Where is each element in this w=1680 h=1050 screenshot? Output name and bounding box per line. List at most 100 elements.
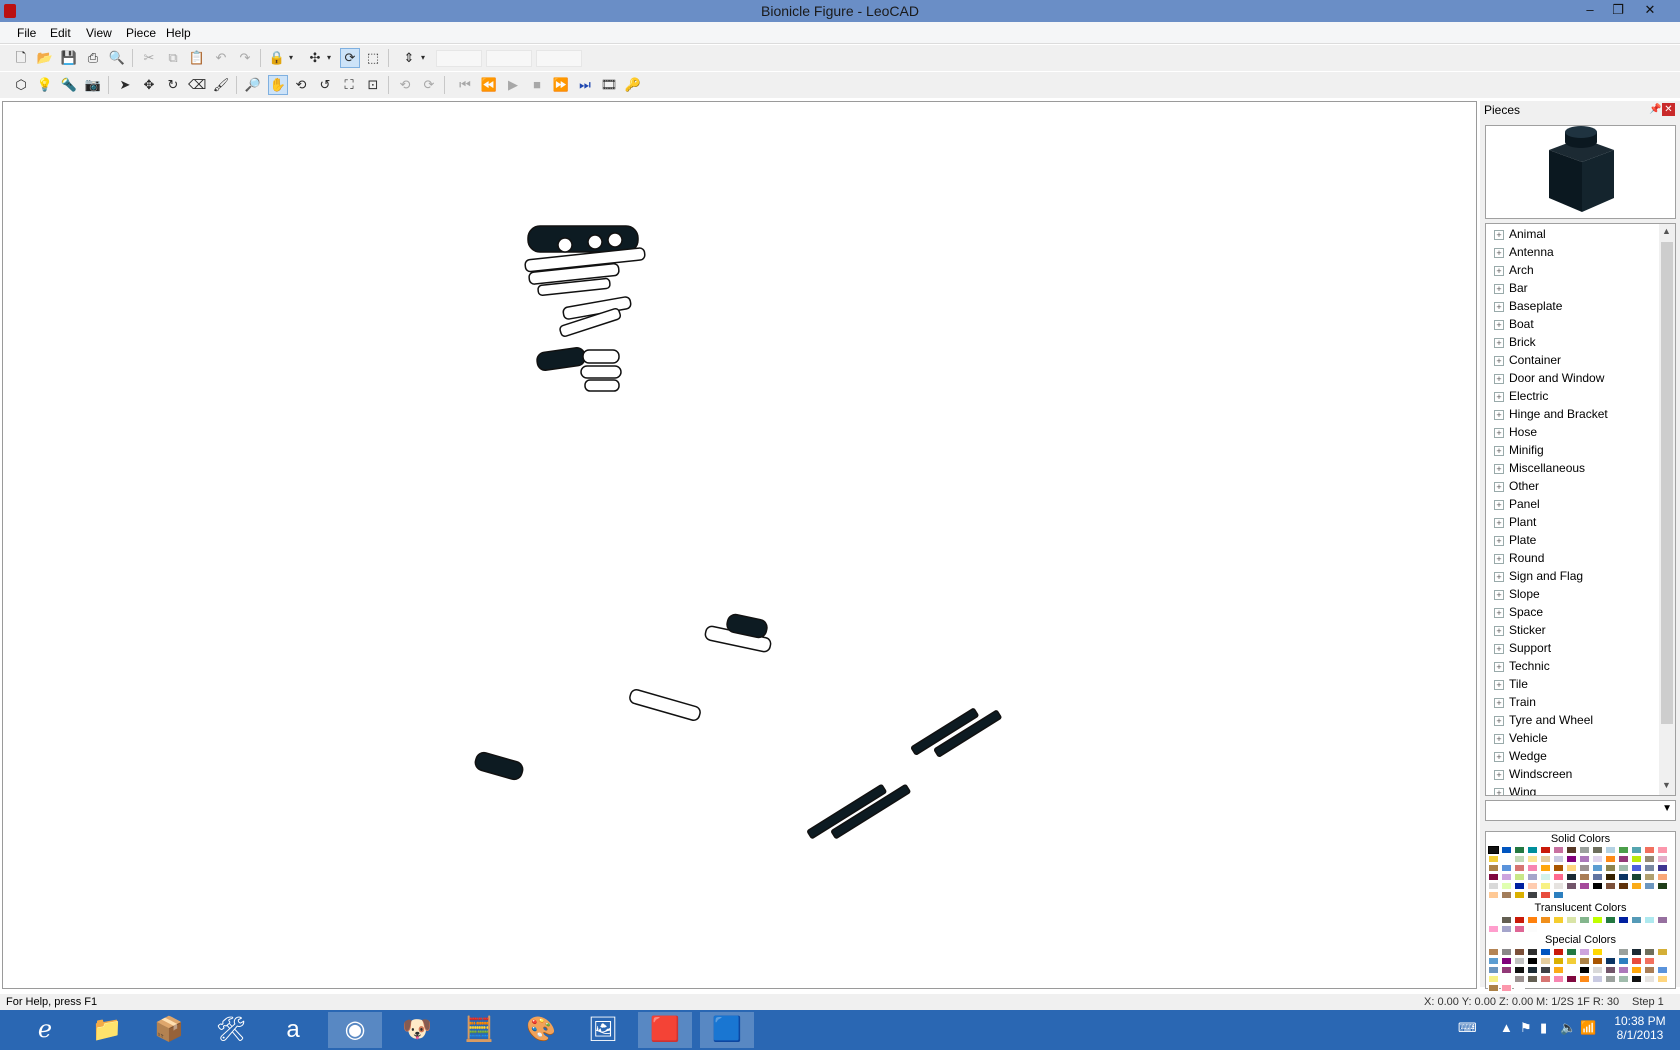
spotlight-icon[interactable]: 🔦 (60, 76, 78, 94)
keyboard-icon[interactable]: ⌨ (1458, 1020, 1477, 1036)
solid-color-swatch[interactable] (1540, 864, 1551, 872)
solid-color-swatch[interactable] (1488, 846, 1499, 854)
solid-color-swatch[interactable] (1540, 882, 1551, 890)
solid-color-swatch[interactable] (1566, 855, 1577, 863)
tree-category-item[interactable]: + Electric (1486, 388, 1656, 406)
expand-plus-icon[interactable]: + (1494, 716, 1504, 726)
solid-color-swatch[interactable] (1631, 855, 1642, 863)
solid-color-swatch[interactable] (1566, 846, 1577, 854)
file-explorer-icon[interactable]: 📁 (80, 1012, 134, 1048)
special-color-swatch[interactable] (1501, 975, 1512, 983)
leocad-taskbar-icon[interactable]: 🟥 (638, 1012, 692, 1048)
app-box-icon[interactable]: 📦 (142, 1012, 196, 1048)
special-color-swatch[interactable] (1514, 957, 1525, 965)
next-step-icon[interactable]: ⏩ (552, 76, 570, 94)
solid-color-swatch[interactable] (1631, 846, 1642, 854)
redo-camera-icon[interactable]: ⟳ (420, 76, 438, 94)
menu-piece[interactable]: Piece (126, 26, 156, 40)
solid-color-swatch[interactable] (1579, 846, 1590, 854)
special-color-swatch[interactable] (1540, 957, 1551, 965)
special-color-swatch[interactable] (1501, 957, 1512, 965)
paint-palette-icon[interactable]: 🎨 (514, 1012, 568, 1048)
solid-color-swatch[interactable] (1488, 855, 1499, 863)
menu-edit[interactable]: Edit (50, 26, 71, 40)
special-color-swatch[interactable] (1540, 948, 1551, 956)
translucent-color-swatch[interactable] (1644, 916, 1655, 924)
solid-color-swatch[interactable] (1605, 882, 1616, 890)
special-color-swatch[interactable] (1488, 984, 1499, 992)
translucent-color-swatch[interactable] (1514, 916, 1525, 924)
tree-category-item[interactable]: + Animal (1486, 226, 1656, 244)
solid-color-swatch[interactable] (1501, 882, 1512, 890)
special-color-swatch[interactable] (1579, 957, 1590, 965)
special-color-swatch[interactable] (1553, 948, 1564, 956)
tree-category-item[interactable]: + Slope (1486, 586, 1656, 604)
tree-category-item[interactable]: + Wedge (1486, 748, 1656, 766)
close-button[interactable]: ✕ (1636, 1, 1664, 19)
solid-color-swatch[interactable] (1605, 873, 1616, 881)
special-color-swatch[interactable] (1592, 948, 1603, 956)
solid-color-swatch[interactable] (1488, 873, 1499, 881)
solid-color-swatch[interactable] (1488, 891, 1499, 899)
solid-color-swatch[interactable] (1501, 846, 1512, 854)
special-color-swatch[interactable] (1618, 957, 1629, 965)
solid-color-swatch[interactable] (1514, 873, 1525, 881)
special-color-swatch[interactable] (1644, 957, 1655, 965)
chevron-down-icon[interactable]: ▼ (1662, 803, 1672, 814)
solid-color-swatch[interactable] (1553, 855, 1564, 863)
solid-color-swatch[interactable] (1501, 891, 1512, 899)
special-color-swatch[interactable] (1566, 957, 1577, 965)
translucent-color-swatch[interactable] (1605, 916, 1616, 924)
previous-step-icon[interactable]: ⏪ (480, 76, 498, 94)
expand-plus-icon[interactable]: + (1494, 734, 1504, 744)
solid-color-swatch[interactable] (1618, 855, 1629, 863)
translucent-color-swatch[interactable] (1540, 916, 1551, 924)
special-color-swatch[interactable] (1566, 975, 1577, 983)
special-color-swatch[interactable] (1579, 966, 1590, 974)
translucent-color-swatch[interactable] (1592, 916, 1603, 924)
minimize-button[interactable]: – (1576, 1, 1604, 19)
expand-plus-icon[interactable]: + (1494, 230, 1504, 240)
paint-icon[interactable]: 🖌 (212, 76, 230, 94)
solid-color-swatch[interactable] (1527, 882, 1538, 890)
transform-y-field[interactable] (486, 50, 532, 67)
volume-icon[interactable]: 🔈 (1560, 1020, 1576, 1036)
special-color-swatch[interactable] (1527, 957, 1538, 965)
tree-category-item[interactable]: + Technic (1486, 658, 1656, 676)
network-icon[interactable]: 📶 (1580, 1020, 1596, 1036)
show-hidden-icons-icon[interactable]: ▲ (1500, 1020, 1513, 1035)
expand-plus-icon[interactable]: + (1494, 770, 1504, 780)
expand-plus-icon[interactable]: + (1494, 356, 1504, 366)
special-color-swatch[interactable] (1631, 966, 1642, 974)
copy-icon[interactable]: ⧉ (164, 49, 182, 67)
expand-plus-icon[interactable]: + (1494, 752, 1504, 762)
solid-color-swatch[interactable] (1644, 873, 1655, 881)
solid-color-swatch[interactable] (1644, 855, 1655, 863)
solid-color-swatch[interactable] (1644, 846, 1655, 854)
solid-color-swatch[interactable] (1540, 873, 1551, 881)
redo-icon[interactable]: ↷ (236, 49, 254, 67)
solid-color-swatch[interactable] (1657, 864, 1668, 872)
special-color-swatch[interactable] (1592, 966, 1603, 974)
solid-color-swatch[interactable] (1657, 855, 1668, 863)
translucent-color-swatch[interactable] (1657, 916, 1668, 924)
scroll-up-icon[interactable]: ▲ (1662, 226, 1671, 236)
grid-dropdown-icon[interactable]: ▾ (324, 49, 334, 67)
special-color-swatch[interactable] (1514, 984, 1525, 992)
solid-color-swatch[interactable] (1605, 864, 1616, 872)
tree-category-item[interactable]: + Arch (1486, 262, 1656, 280)
special-color-swatch[interactable] (1553, 957, 1564, 965)
special-color-swatch[interactable] (1631, 957, 1642, 965)
translucent-color-swatch[interactable] (1566, 916, 1577, 924)
clock[interactable]: 10:38 PM 8/1/2013 (1604, 1014, 1676, 1042)
solid-color-swatch[interactable] (1553, 864, 1564, 872)
solid-color-swatch[interactable] (1579, 864, 1590, 872)
calculator-icon[interactable]: 🧮 (452, 1012, 506, 1048)
tree-category-item[interactable]: + Bar (1486, 280, 1656, 298)
expand-plus-icon[interactable]: + (1494, 482, 1504, 492)
tree-category-item[interactable]: + Round (1486, 550, 1656, 568)
pin-icon[interactable]: 📌 (1649, 104, 1661, 115)
open-folder-icon[interactable]: 📂 (36, 49, 54, 67)
special-color-swatch[interactable] (1488, 957, 1499, 965)
internet-explorer-icon[interactable]: ℯ (18, 1012, 72, 1048)
